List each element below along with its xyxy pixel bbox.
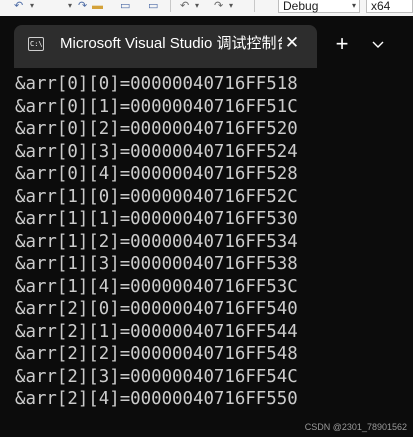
plus-icon[interactable]: + (328, 31, 356, 59)
configuration-value: Debug (283, 0, 319, 13)
output-line: &arr[0][0]=00000040716FF518 (15, 74, 298, 94)
output-line: &arr[0][1]=00000040716FF51C (15, 96, 298, 117)
undo-icon[interactable]: ↶ (14, 0, 23, 12)
toolbar-separator (254, 0, 255, 12)
ide-toolbar: ↶ ▾ ▾ ↷ ▬ ▭ ▭ ↶ ▾ ↷ ▾ Debug ▾ x64 (0, 0, 413, 17)
redo-icon[interactable]: ↷ (214, 0, 223, 12)
console-icon-glyph: C:\ (30, 40, 43, 48)
output-line: &arr[0][3]=00000040716FF524 (15, 141, 298, 162)
platform-select[interactable]: x64 (366, 0, 413, 13)
output-line: &arr[2][0]=00000040716FF540 (15, 299, 298, 319)
redo-icon[interactable]: ↷ (78, 0, 87, 12)
chevron-down-icon: ▾ (351, 1, 356, 10)
tab-title: Microsoft Visual Studio 调试控制台 (60, 35, 282, 52)
output-line: &arr[2][4]=00000040716FF550 (15, 389, 298, 409)
output-line: &arr[1][3]=00000040716FF538 (15, 254, 298, 274)
platform-value: x64 (371, 0, 391, 13)
close-icon[interactable]: ✕ (280, 31, 304, 55)
terminal-tab[interactable]: C:\ Microsoft Visual Studio 调试控制台 ✕ (14, 25, 317, 68)
terminal-titlebar: C:\ Microsoft Visual Studio 调试控制台 ✕ + (0, 16, 413, 68)
undo-icon[interactable]: ↶ (180, 0, 189, 12)
output-line: &arr[1][0]=00000040716FF52C (15, 186, 298, 207)
output-line: &arr[2][2]=00000040716FF548 (15, 344, 298, 364)
chevron-down-glyph (372, 41, 384, 48)
chevron-down-icon[interactable]: ▾ (68, 0, 72, 12)
output-line: &arr[1][1]=00000040716FF530 (15, 209, 298, 229)
chevron-down-icon[interactable]: ▾ (30, 0, 34, 12)
output-line: &arr[0][4]=00000040716FF528 (15, 164, 298, 184)
output-lines: &arr[0][0]=00000040716FF518 &arr[0][1]=0… (15, 73, 298, 411)
output-line: &arr[1][2]=00000040716FF534 (15, 231, 298, 252)
configuration-select[interactable]: Debug ▾ (278, 0, 360, 13)
output-line: &arr[2][3]=00000040716FF54C (15, 366, 298, 387)
save-icon[interactable]: ▭ (120, 0, 130, 12)
open-folder-icon[interactable]: ▬ (92, 0, 103, 12)
save-all-icon[interactable]: ▭ (148, 0, 158, 12)
output-line: &arr[1][4]=00000040716FF53C (15, 276, 298, 297)
output-line: &arr[2][1]=00000040716FF544 (15, 321, 298, 342)
watermark: CSDN @2301_78901562 (304, 422, 407, 432)
toolbar-separator (170, 0, 171, 12)
terminal-output-area[interactable]: &arr[0][0]=00000040716FF518 &arr[0][1]=0… (0, 68, 413, 437)
chevron-down-icon[interactable]: ▾ (229, 0, 233, 12)
console-icon: C:\ (28, 37, 44, 51)
chevron-down-icon[interactable] (364, 31, 392, 59)
chevron-down-icon[interactable]: ▾ (195, 0, 199, 12)
output-line: &arr[0][2]=00000040716FF520 (15, 119, 298, 139)
